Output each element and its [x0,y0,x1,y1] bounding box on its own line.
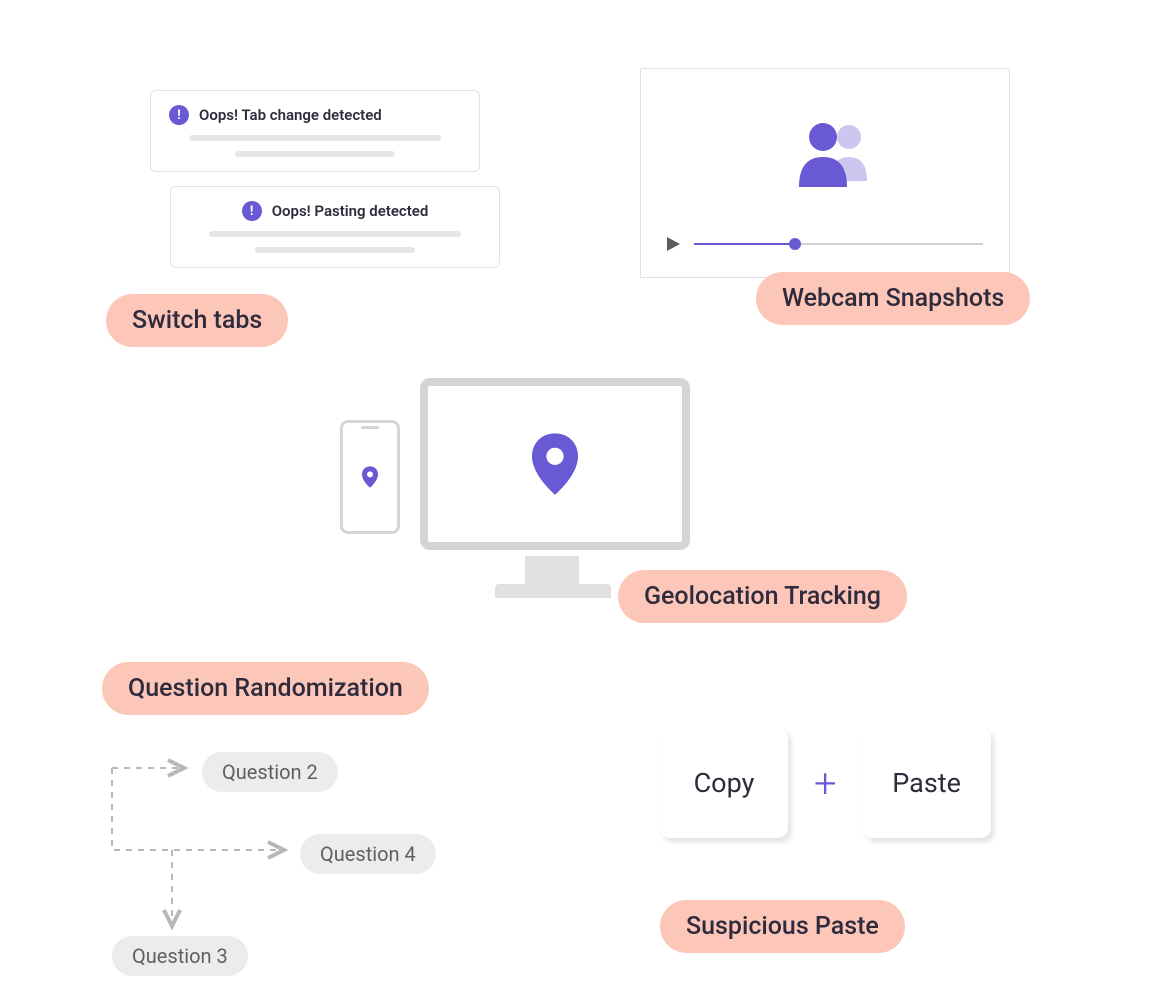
alert-icon: ! [242,201,262,221]
map-pin-icon [532,433,578,495]
play-icon[interactable] [667,237,680,251]
alert-icon: ! [169,105,189,125]
paste-tile: Paste [863,728,991,838]
pill-label: Suspicious Paste [686,912,879,941]
monitor-stand [525,556,579,584]
slider-track[interactable] [694,243,983,245]
switch-tabs-pill: Switch tabs [106,294,288,347]
monitor-device-icon [420,378,690,550]
phone-notch [361,426,379,429]
copy-tile: Copy [660,728,788,838]
alert-text: Oops! Pasting detected [272,202,429,220]
question-chip: Question 3 [112,936,248,976]
question-chip: Question 4 [300,834,436,874]
pill-label: Question Randomization [128,674,403,703]
map-pin-icon [362,466,378,488]
placeholder-line [209,231,460,237]
monitor-base [495,584,611,598]
suspicious-paste-section: Copy + Paste [660,728,991,838]
plus-icon: + [814,760,837,807]
slider-knob[interactable] [789,238,801,250]
question-randomization-section: Question 2 Question 4 Question 3 [102,718,532,998]
tile-label: Paste [892,767,961,799]
placeholder-line [255,247,416,253]
webcam-pill: Webcam Snapshots [756,272,1030,325]
webcam-section [640,68,1010,278]
pill-label: Webcam Snapshots [782,284,1004,313]
alert-card-pasting: ! Oops! Pasting detected [170,186,500,268]
alert-text: Oops! Tab change detected [199,106,382,124]
question-randomization-pill: Question Randomization [102,662,429,715]
webcam-panel [640,68,1010,278]
placeholder-line [235,151,396,157]
switch-tabs-section: ! Oops! Tab change detected ! Oops! Past… [150,90,500,282]
randomization-flow: Question 2 Question 4 Question 3 [102,738,532,998]
copy-paste-tiles: Copy + Paste [660,728,991,838]
pill-label: Geolocation Tracking [644,582,881,611]
placeholder-line [189,135,440,141]
tile-label: Copy [694,767,755,799]
question-chip: Question 2 [202,752,338,792]
playback-slider[interactable] [667,237,983,251]
slider-fill [694,243,795,245]
alert-card-tab-change: ! Oops! Tab change detected [150,90,480,172]
phone-device-icon [340,420,400,534]
geolocation-pill: Geolocation Tracking [618,570,907,623]
pill-label: Switch tabs [132,306,262,335]
suspicious-paste-pill: Suspicious Paste [660,900,905,953]
people-icon [791,119,881,191]
